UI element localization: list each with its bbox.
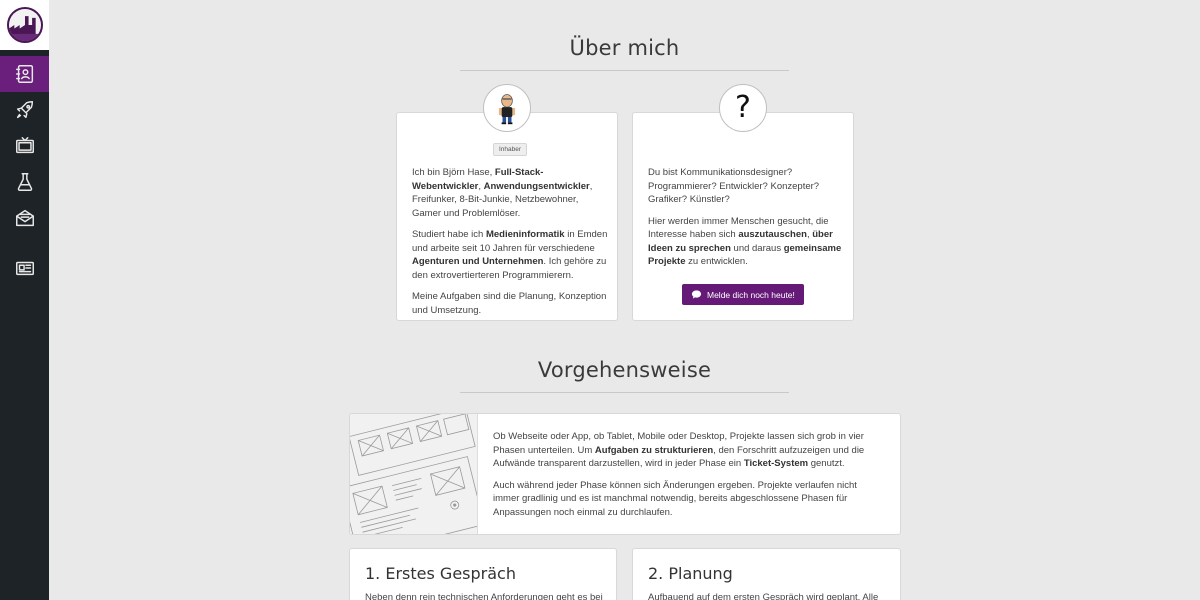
phase-card-1: 1. Erstes Gespräch Neben denn rein techn… [349, 548, 617, 600]
owner-study: Studiert habe ich Medieninformatik in Em… [412, 229, 608, 281]
phase-text: Aufbauend auf dem ersten Gespräch wird g… [648, 592, 879, 600]
sidebar-item-lab[interactable] [0, 164, 49, 200]
section-title-about: Über mich [569, 36, 680, 60]
factory-logo-icon [6, 7, 43, 43]
sidebar-item-about[interactable] [0, 56, 49, 92]
owner-card: Inhaber Ich bin Björn Hase, Full-Stack-W… [396, 112, 618, 321]
flask-icon [17, 173, 32, 191]
phase-title: 1. Erstes Gespräch [365, 564, 516, 583]
section-title-approach: Vorgehensweise [537, 358, 712, 382]
person-avatar-icon [498, 94, 516, 125]
phase-text: Neben denn rein technischen Anforderunge… [365, 592, 605, 600]
logo[interactable] [0, 0, 49, 50]
approach-intro-card: Ob Webseite oder App, ob Tablet, Mobile … [349, 413, 901, 535]
main-content: Über mich Inhaber Ich bin Björn Hase, Fu… [49, 0, 1200, 600]
owner-avatar [483, 84, 531, 132]
sidebar-item-contact[interactable] [0, 200, 49, 236]
phase-card-2: 2. Planung Aufbauend auf dem ersten Gesp… [632, 548, 901, 600]
wireframe-sketch-image [350, 414, 478, 534]
newspaper-icon [15, 261, 34, 276]
title-divider [460, 70, 789, 71]
owner-badge: Inhaber [493, 143, 528, 156]
phase-title: 2. Planung [648, 564, 733, 583]
owner-tasks: Meine Aufgaben sind die Planung, Konzept… [412, 291, 607, 316]
owner-intro: Ich bin Björn Hase, Full-Stack-Webentwic… [412, 167, 593, 219]
sidebar-item-media[interactable] [0, 128, 49, 164]
join-card: Du bist Kommunikationsdesigner? Programm… [632, 112, 854, 321]
contact-book-icon [15, 65, 33, 83]
join-text: Hier werden immer Menschen gesucht, die … [648, 215, 842, 268]
sidebar-item-projects[interactable] [0, 92, 49, 128]
question-avatar: ? [719, 84, 767, 132]
title-divider [460, 392, 789, 393]
speech-bubble-icon [691, 290, 702, 299]
approach-changes-text: Auch während jeder Phase können sich Änd… [493, 479, 857, 518]
join-button[interactable]: Melde dich noch heute! [682, 284, 804, 305]
approach-intro-text: Ob Webseite oder App, ob Tablet, Mobile … [493, 431, 865, 469]
rocket-icon [16, 101, 33, 119]
sidebar [0, 0, 49, 600]
tv-icon [15, 137, 34, 154]
envelope-icon [15, 209, 34, 227]
sidebar-item-news[interactable] [0, 250, 49, 286]
question-mark-icon: ? [735, 90, 751, 125]
join-question: Du bist Kommunikationsdesigner? Programm… [648, 167, 820, 205]
